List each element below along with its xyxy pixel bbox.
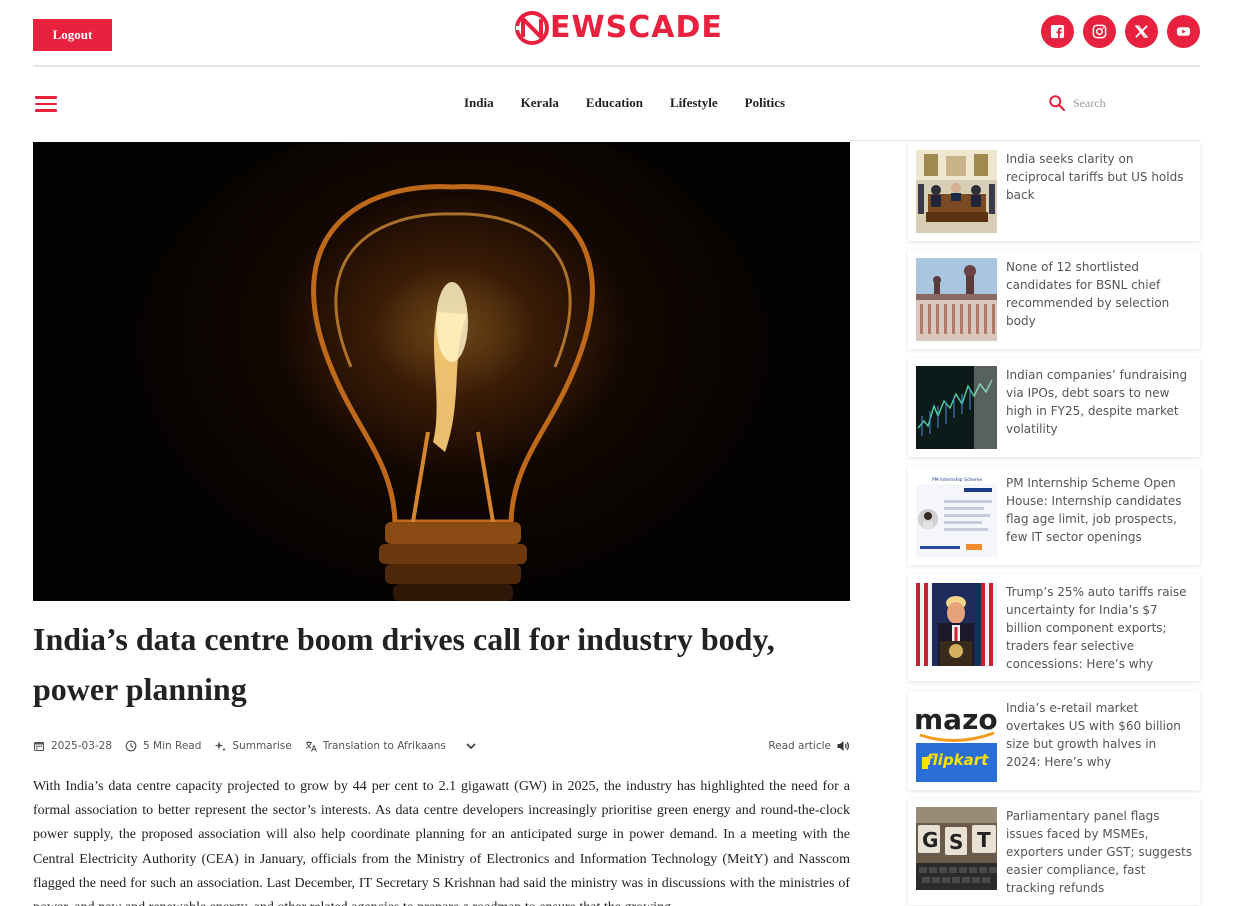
logo-text: EWSCADE — [550, 10, 723, 45]
story-card[interactable]: mazo flipkart India’s e-retail market ov… — [908, 691, 1200, 790]
story-headline[interactable]: India seeks clarity on reciprocal tariff… — [1006, 150, 1192, 233]
logo-n-mark — [515, 11, 549, 45]
logout-button[interactable]: Logout — [33, 19, 112, 51]
nav-item-lifestyle[interactable]: Lifestyle — [670, 94, 718, 112]
story-thumbnail: PM Internship Scheme — [916, 474, 997, 557]
summarise-button[interactable]: Summarise — [214, 740, 292, 752]
story-card[interactable]: Indian companies’ fundraising via IPOs, … — [908, 358, 1200, 457]
chevron-down-icon[interactable] — [465, 740, 477, 752]
svg-text:T: T — [977, 828, 991, 852]
story-thumbnail — [916, 583, 997, 666]
article-meta: 2025-03-28 5 Min Read Summarise Translat… — [33, 736, 850, 756]
story-headline[interactable]: Indian companies’ fundraising via IPOs, … — [1006, 366, 1192, 449]
social-links — [1041, 15, 1200, 48]
header-divider — [33, 65, 1200, 67]
main-nav: India Kerala Education Lifestyle Politic… — [464, 94, 812, 112]
story-headline[interactable]: India’s e-retail market overtakes US wit… — [1006, 699, 1192, 782]
svg-text:S: S — [949, 830, 963, 854]
clock-icon — [125, 740, 137, 752]
nav-item-politics[interactable]: Politics — [745, 94, 785, 112]
search-icon[interactable] — [1048, 94, 1066, 112]
hero-image — [33, 142, 850, 601]
site-logo[interactable]: EWSCADE — [514, 10, 723, 46]
menu-icon[interactable] — [35, 96, 57, 112]
story-card[interactable]: Trump’s 25% auto tariffs raise uncertain… — [908, 575, 1200, 681]
translation-button[interactable]: Translation to Afrikaans — [305, 740, 446, 752]
nav-item-kerala[interactable]: Kerala — [521, 94, 559, 112]
read-article-button[interactable]: Read article — [768, 739, 850, 753]
read-time: 5 Min Read — [125, 740, 201, 752]
calendar-icon — [34, 742, 44, 751]
story-card[interactable]: India seeks clarity on reciprocal tariff… — [908, 142, 1200, 241]
story-headline[interactable]: PM Internship Scheme Open House: Interns… — [1006, 474, 1192, 557]
story-headline[interactable]: Parliamentary panel flags issues faced b… — [1006, 807, 1192, 897]
story-card[interactable]: G S T Parliamentary panel flags issues f… — [908, 799, 1200, 905]
story-thumbnail — [916, 258, 997, 341]
svg-text:flipkart: flipkart — [926, 751, 989, 769]
translate-icon — [305, 741, 317, 752]
search-box — [1048, 94, 1193, 112]
x-icon[interactable] — [1125, 15, 1158, 48]
nav-divider — [850, 140, 1200, 141]
svg-text:mazo: mazo — [916, 703, 997, 736]
story-thumbnail: G S T — [916, 807, 997, 890]
article-date: 2025-03-28 — [33, 740, 112, 752]
story-card[interactable]: PM Internship Scheme PM Internship Schem… — [908, 466, 1200, 565]
youtube-icon[interactable] — [1167, 15, 1200, 48]
search-input[interactable] — [1073, 95, 1193, 111]
story-headline[interactable]: None of 12 shortlisted candidates for BS… — [1006, 258, 1192, 341]
story-thumbnail — [916, 366, 997, 449]
nav-item-india[interactable]: India — [464, 94, 494, 112]
instagram-icon[interactable] — [1083, 15, 1116, 48]
story-thumbnail: mazo flipkart — [916, 699, 997, 782]
speaker-icon — [837, 741, 849, 751]
story-headline[interactable]: Trump’s 25% auto tariffs raise uncertain… — [1006, 583, 1192, 673]
article-body: With India’s data centre capacity projec… — [33, 779, 850, 906]
story-thumbnail — [916, 150, 997, 233]
nav-item-education[interactable]: Education — [586, 94, 643, 112]
svg-text:G: G — [922, 828, 938, 852]
svg-text:PM Internship Scheme: PM Internship Scheme — [932, 477, 982, 483]
sparkle-icon — [214, 741, 227, 752]
story-card[interactable]: None of 12 shortlisted candidates for BS… — [908, 250, 1200, 349]
facebook-icon[interactable] — [1041, 15, 1074, 48]
article-title: India’s data centre boom drives call for… — [33, 621, 775, 707]
